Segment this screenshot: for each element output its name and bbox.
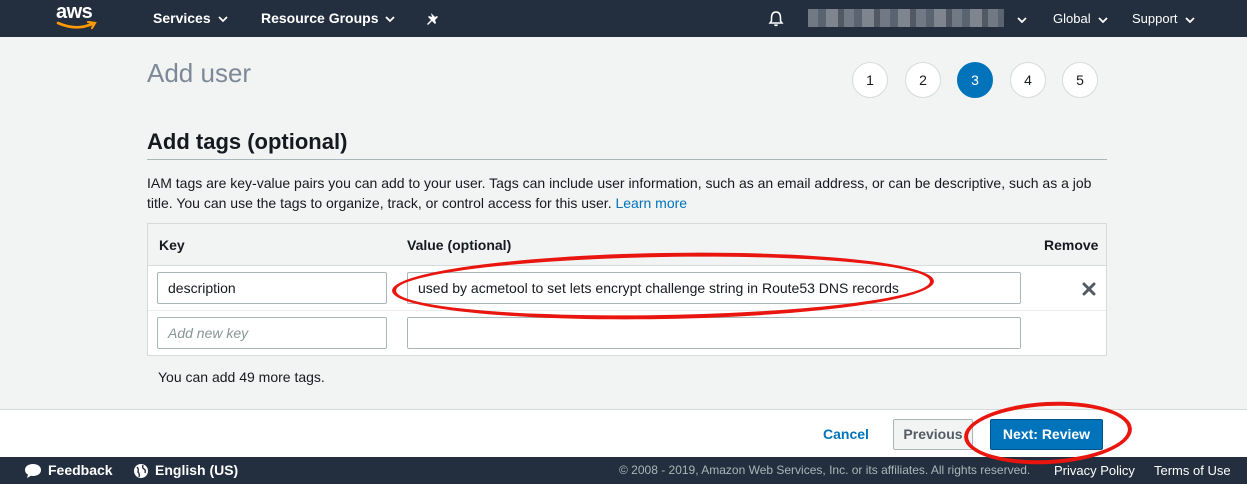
language-selector[interactable]: English (US) <box>133 457 238 484</box>
pin-icon <box>427 13 438 26</box>
tags-description: IAM tags are key-value pairs you can add… <box>147 173 1112 213</box>
aws-logo[interactable]: aws <box>56 1 100 34</box>
resource-groups-menu[interactable]: Resource Groups <box>261 0 396 37</box>
copyright-text: © 2008 - 2019, Amazon Web Services, Inc.… <box>619 463 1031 477</box>
new-tag-value-input[interactable] <box>407 317 1021 349</box>
services-menu[interactable]: Services <box>153 0 228 37</box>
top-nav-bar: aws Services Resource Groups Global Supp… <box>0 0 1247 37</box>
previous-button[interactable]: Previous <box>893 419 973 450</box>
step-5: 5 <box>1062 62 1098 98</box>
chevron-down-icon <box>1017 16 1027 23</box>
feedback-button[interactable]: Feedback <box>24 457 113 484</box>
chevron-down-icon <box>217 16 228 23</box>
section-title: Add tags (optional) <box>147 129 348 154</box>
step-1[interactable]: 1 <box>852 62 888 98</box>
feedback-label: Feedback <box>48 462 113 478</box>
speech-bubble-icon <box>25 464 41 479</box>
wizard-stepper: 1 2 3 4 5 <box>852 62 1100 100</box>
cancel-button[interactable]: Cancel <box>823 426 869 442</box>
chevron-down-icon <box>385 16 396 23</box>
region-menu[interactable]: Global <box>1053 0 1108 37</box>
new-tag-key-input[interactable]: Add new key <box>157 317 387 349</box>
step-2[interactable]: 2 <box>905 62 941 98</box>
chevron-down-icon <box>1097 16 1108 23</box>
column-header-value: Value (optional) <box>407 237 512 253</box>
language-label: English (US) <box>155 462 239 478</box>
remove-tag-icon[interactable] <box>1082 282 1096 296</box>
terms-of-use-link[interactable]: Terms of Use <box>1154 457 1231 484</box>
column-header-key: Key <box>159 237 185 253</box>
tag-key-input[interactable]: description <box>157 272 387 304</box>
services-label: Services <box>153 10 211 26</box>
account-name-redacted[interactable] <box>808 9 1004 27</box>
page-title: Add user <box>147 58 252 88</box>
step-4: 4 <box>1010 62 1046 98</box>
aws-smile-icon <box>56 21 97 30</box>
support-menu[interactable]: Support <box>1132 0 1195 37</box>
chevron-down-icon <box>1184 16 1195 23</box>
bell-icon <box>768 11 784 27</box>
account-menu-toggle[interactable] <box>1017 0 1027 37</box>
support-label: Support <box>1132 11 1178 26</box>
pin-button[interactable] <box>426 0 440 37</box>
column-header-remove: Remove <box>1044 237 1099 253</box>
globe-icon <box>134 464 148 479</box>
notifications-button[interactable] <box>767 0 785 37</box>
resource-groups-label: Resource Groups <box>261 10 379 26</box>
learn-more-link[interactable]: Learn more <box>615 195 687 211</box>
region-label: Global <box>1053 11 1091 26</box>
section-divider <box>147 159 1107 160</box>
step-3-current[interactable]: 3 <box>957 62 993 98</box>
remaining-tags-text: You can add 49 more tags. <box>158 369 325 385</box>
